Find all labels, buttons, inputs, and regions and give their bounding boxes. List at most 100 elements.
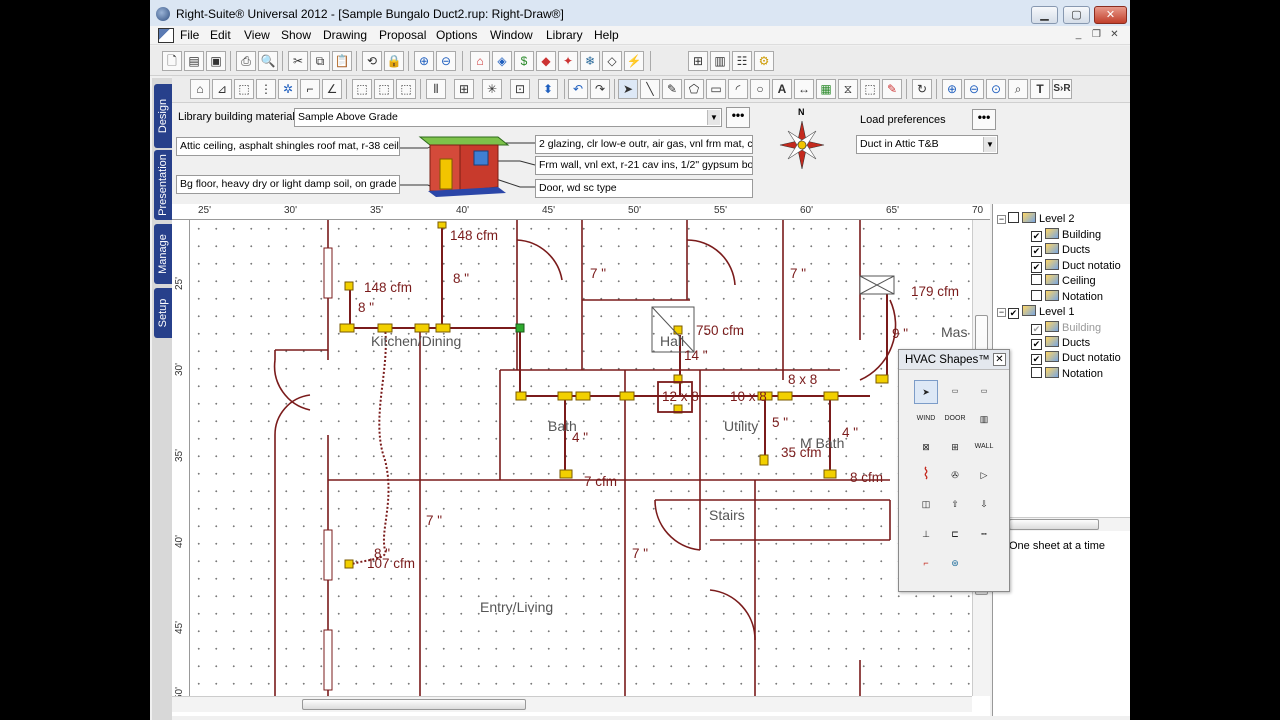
lock-icon[interactable]: 🔒 xyxy=(384,51,404,71)
tree-item[interactable]: ✔ Building xyxy=(1031,321,1101,335)
menu-show[interactable]: Show xyxy=(281,28,311,42)
menu-view[interactable]: View xyxy=(244,28,270,42)
align-center-icon[interactable]: ⬚ xyxy=(374,79,394,99)
checkbox[interactable] xyxy=(1031,367,1042,378)
dimension-icon[interactable]: ↔ xyxy=(794,79,814,99)
select-area-icon[interactable]: ⬚ xyxy=(234,79,254,99)
tree-item[interactable]: Notation xyxy=(1031,290,1103,303)
search-replace-icon[interactable]: S›R xyxy=(1052,79,1072,99)
distribute-icon[interactable]: ⫴ xyxy=(426,79,446,99)
glazing-material-field[interactable]: 2 glazing, clr low-e outr, air gas, vnl … xyxy=(535,135,753,154)
menu-options[interactable]: Options xyxy=(436,28,477,42)
print-preview-icon[interactable]: 🔍 xyxy=(258,51,278,71)
tee-tool-icon[interactable]: ⊏ xyxy=(943,522,967,546)
group-icon[interactable]: ⊞ xyxy=(454,79,474,99)
zoom-out-2-icon[interactable]: ⊖ xyxy=(964,79,984,99)
tree-item[interactable]: Ceiling xyxy=(1031,274,1096,287)
wall-material-field[interactable]: Frm wall, vnl ext, r-21 cav ins, 1/2" gy… xyxy=(535,156,753,175)
tree-item[interactable]: ✔ Ducts xyxy=(1031,336,1090,350)
align-left-icon[interactable]: ⬚ xyxy=(352,79,372,99)
damper-tool-icon[interactable]: ▷ xyxy=(972,463,996,487)
layout-icon[interactable]: ▥ xyxy=(710,51,730,71)
tab-presentation[interactable]: Presentation xyxy=(154,150,172,220)
arrange-icon[interactable]: ⊡ xyxy=(510,79,530,99)
pointer-tool-icon[interactable]: ➤ xyxy=(914,380,938,404)
print-icon[interactable]: ⎙ xyxy=(236,51,256,71)
attic-material-field[interactable]: Attic ceiling, asphalt shingles roof mat… xyxy=(176,137,400,156)
room-alt-tool-icon[interactable]: ▭ xyxy=(972,380,996,404)
pencil-icon[interactable]: ✎ xyxy=(662,79,682,99)
cut-icon[interactable]: ✂ xyxy=(288,51,308,71)
tree-scroll-thumb[interactable] xyxy=(1009,519,1099,530)
horizontal-scroll-thumb[interactable] xyxy=(302,699,526,710)
load-preferences-more-button[interactable]: ••• xyxy=(972,109,996,130)
tree-level-2[interactable]: − Level 2 xyxy=(997,212,1074,225)
grid-icon[interactable]: ⊞ xyxy=(688,51,708,71)
new-file-icon[interactable]: 🗋 xyxy=(162,51,182,71)
menu-help[interactable]: Help xyxy=(594,28,619,42)
tree-horizontal-scrollbar[interactable] xyxy=(993,517,1130,531)
collapse-icon[interactable]: − xyxy=(997,215,1006,224)
maximize-button[interactable]: ▢ xyxy=(1063,6,1090,24)
checkbox[interactable]: ✔ xyxy=(1008,308,1019,319)
collapse-icon[interactable]: − xyxy=(997,308,1006,317)
mdi-restore-button[interactable]: ❐ xyxy=(1089,29,1104,42)
floor-plan[interactable]: Kitchen/Dining Hall Bath Utility M Bath … xyxy=(190,220,972,696)
door-material-field[interactable]: Door, wd sc type xyxy=(535,179,753,198)
tree-item[interactable]: Notation xyxy=(1031,367,1103,380)
settings-gear-icon[interactable]: ⚙ xyxy=(754,51,774,71)
coil-tool-icon[interactable]: ⌇ xyxy=(914,463,938,487)
tree-item[interactable]: ✔ Ducts xyxy=(1031,243,1090,257)
rotate-icon[interactable]: ↻ xyxy=(912,79,932,99)
diffuser-tool-icon[interactable]: ⊛ xyxy=(943,551,967,575)
up-arrow-tool-icon[interactable]: ⇧ xyxy=(943,492,967,516)
wizard-icon[interactable]: ⚡ xyxy=(624,51,644,71)
room-tool-icon[interactable]: ▭ xyxy=(943,380,967,404)
polygon-icon[interactable]: ⬠ xyxy=(684,79,704,99)
checkbox[interactable]: ✔ xyxy=(1031,246,1042,257)
move-icon[interactable]: ⬍ xyxy=(538,79,558,99)
rectangle-icon[interactable]: ▭ xyxy=(706,79,726,99)
box-tool-icon[interactable]: ⊠ xyxy=(914,435,938,459)
insert-picture-icon[interactable]: ⬚ xyxy=(860,79,880,99)
diamond-icon[interactable]: ◇ xyxy=(602,51,622,71)
zoom-out-icon[interactable]: ⊖ xyxy=(436,51,456,71)
network-icon[interactable]: ☷ xyxy=(732,51,752,71)
checkbox[interactable]: ✔ xyxy=(1031,339,1042,350)
zoom-fit-icon[interactable]: ⊙ xyxy=(986,79,1006,99)
equipment-icon[interactable]: ◆ xyxy=(536,51,556,71)
menu-library[interactable]: Library xyxy=(546,28,583,42)
save-icon[interactable]: ▣ xyxy=(206,51,226,71)
symbol-icon[interactable]: ⧖ xyxy=(838,79,858,99)
checkbox[interactable] xyxy=(1031,290,1042,301)
grid-dots-icon[interactable]: ⋮ xyxy=(256,79,276,99)
stairs-icon[interactable]: ⊿ xyxy=(212,79,232,99)
wall-tool-icon[interactable]: WALL xyxy=(972,435,996,459)
tab-setup[interactable]: Setup xyxy=(154,288,172,338)
checkbox[interactable]: ✔ xyxy=(1031,324,1042,335)
boot-tool-icon[interactable]: ⊥ xyxy=(914,522,938,546)
menu-drawing[interactable]: Drawing xyxy=(323,28,367,42)
corner-icon[interactable]: ⌐ xyxy=(300,79,320,99)
arc-icon[interactable]: ◜ xyxy=(728,79,748,99)
undo-icon[interactable]: ↶ xyxy=(568,79,588,99)
minimize-button[interactable]: ▁ xyxy=(1031,6,1058,24)
checkbox[interactable]: ✔ xyxy=(1031,262,1042,273)
copy-icon[interactable]: ⧉ xyxy=(310,51,330,71)
window-tool-icon[interactable]: WIND xyxy=(914,407,938,431)
angle-icon[interactable]: ∠ xyxy=(322,79,342,99)
library-select[interactable]: Sample Above Grade ▼ xyxy=(294,108,722,127)
zoom-window-icon[interactable]: ⌕ xyxy=(1008,79,1028,99)
ruler-tool-icon[interactable]: ┅ xyxy=(972,522,996,546)
checkbox[interactable] xyxy=(1008,212,1019,223)
fan-tool-icon[interactable]: ✇ xyxy=(943,463,967,487)
load-preferences-select[interactable]: Duct in Attic T&B ▼ xyxy=(856,135,998,154)
window-pane-tool-icon[interactable]: ⊞ xyxy=(943,435,967,459)
duct-end-tool-icon[interactable]: ◫ xyxy=(914,492,938,516)
house-icon[interactable]: ⌂ xyxy=(190,79,210,99)
building-icon[interactable]: ⌂ xyxy=(470,51,490,71)
circle-icon[interactable]: ○ xyxy=(750,79,770,99)
text-style-icon[interactable]: T xyxy=(1030,79,1050,99)
align-right-icon[interactable]: ⬚ xyxy=(396,79,416,99)
tab-design[interactable]: Design xyxy=(154,84,172,148)
